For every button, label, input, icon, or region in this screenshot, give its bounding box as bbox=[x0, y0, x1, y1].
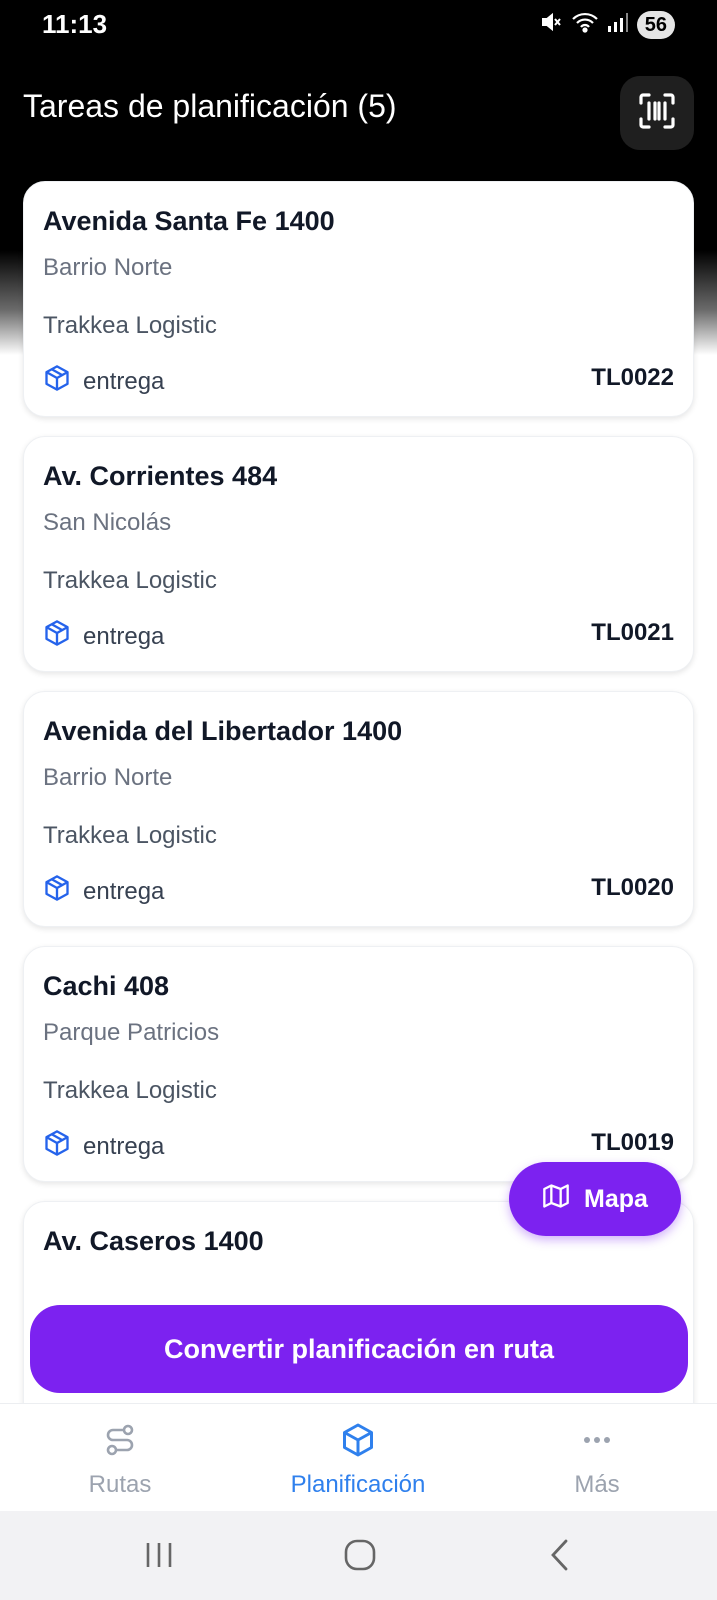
package-icon bbox=[43, 874, 71, 909]
task-neighborhood: Barrio Norte bbox=[43, 254, 173, 281]
task-type: entrega bbox=[43, 364, 164, 399]
nav-label-rutas: Rutas bbox=[88, 1471, 152, 1498]
bottom-navigation: Rutas Planificación Más bbox=[0, 1403, 717, 1511]
status-time: 11:13 bbox=[42, 9, 108, 39]
task-code: TL0022 bbox=[591, 364, 674, 391]
task-company: Trakkea Logistic bbox=[43, 1077, 217, 1104]
signal-icon bbox=[607, 11, 629, 38]
task-type-label: entrega bbox=[83, 877, 165, 905]
task-address: Cachi 408 bbox=[43, 971, 170, 1001]
task-address: Av. Corrientes 484 bbox=[43, 461, 278, 491]
mute-icon bbox=[539, 10, 563, 39]
task-card[interactable]: Avenida del Libertador 1400 Barrio Norte… bbox=[23, 691, 694, 927]
task-type: entrega bbox=[43, 1129, 164, 1164]
scan-button[interactable] bbox=[620, 76, 694, 150]
task-company: Trakkea Logistic bbox=[43, 822, 217, 849]
map-button-label: Mapa bbox=[584, 1184, 648, 1213]
task-type-label: entrega bbox=[83, 367, 165, 395]
nav-item-planificacion[interactable]: Planificación bbox=[258, 1422, 458, 1499]
battery-indicator: 56 bbox=[636, 10, 675, 39]
package-icon bbox=[43, 364, 71, 399]
task-code: TL0020 bbox=[591, 874, 674, 901]
task-card[interactable]: Av. Corrientes 484 San Nicolás Trakkea L… bbox=[23, 436, 694, 672]
task-address: Avenida del Libertador 1400 bbox=[43, 716, 403, 746]
package-icon bbox=[43, 619, 71, 654]
recent-apps-icon[interactable] bbox=[134, 1533, 184, 1577]
convert-to-route-button[interactable]: Convertir planificación en ruta bbox=[30, 1305, 688, 1393]
nav-item-mas[interactable]: Más bbox=[497, 1422, 697, 1499]
task-type: entrega bbox=[43, 874, 164, 909]
task-company: Trakkea Logistic bbox=[43, 567, 217, 594]
nav-label-mas: Más bbox=[574, 1471, 620, 1498]
map-icon bbox=[542, 1182, 570, 1217]
system-navigation-bar bbox=[0, 1511, 717, 1600]
task-code: TL0019 bbox=[591, 1129, 674, 1156]
route-icon bbox=[102, 1422, 138, 1465]
status-bar: 11:13 56 bbox=[0, 0, 717, 50]
nav-item-rutas[interactable]: Rutas bbox=[20, 1422, 220, 1499]
wifi-icon bbox=[571, 10, 599, 39]
task-neighborhood: San Nicolás bbox=[43, 509, 172, 536]
task-type: entrega bbox=[43, 619, 164, 654]
package-icon bbox=[43, 1129, 71, 1164]
task-address: Av. Caseros 1400 bbox=[43, 1226, 264, 1256]
task-neighborhood: Barrio Norte bbox=[43, 764, 173, 791]
barcode-scan-icon bbox=[637, 91, 677, 136]
task-neighborhood: Parque Patricios bbox=[43, 1019, 220, 1046]
task-type-label: entrega bbox=[83, 622, 165, 650]
status-icons: 56 bbox=[539, 10, 675, 39]
task-address: Avenida Santa Fe 1400 bbox=[43, 206, 335, 236]
task-card[interactable]: Avenida Santa Fe 1400 Barrio Norte Trakk… bbox=[23, 181, 694, 417]
task-type-label: entrega bbox=[83, 1132, 165, 1160]
task-card[interactable]: Cachi 408 Parque Patricios Trakkea Logis… bbox=[23, 946, 694, 1182]
more-dots-icon bbox=[579, 1422, 615, 1465]
home-icon[interactable] bbox=[335, 1533, 385, 1577]
nav-label-planificacion: Planificación bbox=[290, 1471, 426, 1498]
package-icon bbox=[340, 1422, 376, 1465]
page-title: Tareas de planificación (5) bbox=[23, 88, 397, 124]
back-icon[interactable] bbox=[536, 1533, 586, 1577]
task-company: Trakkea Logistic bbox=[43, 312, 217, 339]
map-button[interactable]: Mapa bbox=[509, 1162, 681, 1236]
task-code: TL0021 bbox=[591, 619, 674, 646]
